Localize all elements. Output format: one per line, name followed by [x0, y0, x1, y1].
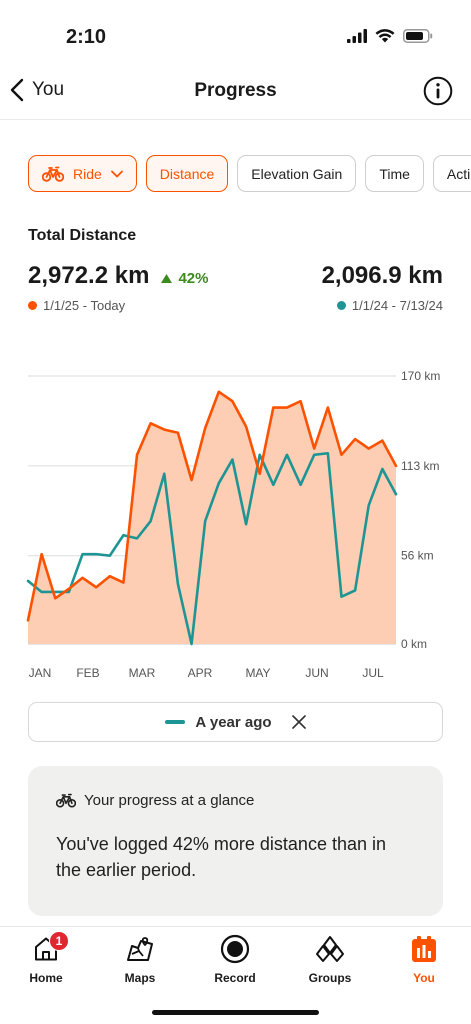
metric-chip-label: Elevation Gain [251, 165, 343, 182]
change-percent: 42% [178, 270, 209, 287]
tab-label: Record [214, 971, 256, 985]
sport-type-label: Ride [73, 165, 102, 182]
legend-swatch [165, 720, 186, 724]
tab-you[interactable]: You [384, 933, 464, 985]
current-total: 2,972.2 km 42% [28, 262, 208, 290]
current-period-area [28, 391, 396, 644]
current-total-value: 2,972.2 km [28, 262, 150, 289]
home-icon: 1 [31, 931, 69, 965]
y-tick-label: 170 km [401, 369, 440, 383]
status-bar: 2:10 [0, 0, 471, 62]
status-time: 2:10 [66, 26, 107, 48]
tab-record[interactable]: Record [195, 933, 275, 985]
tab-bar: 1 Home Maps Record Groups You [0, 926, 471, 1024]
bike-icon [56, 793, 76, 808]
tab-label: Home [29, 971, 63, 985]
insight-card: Your progress at a glance You've logged … [28, 766, 443, 916]
tab-label: You [413, 971, 435, 985]
distance-chart[interactable]: 170 km 113 km 56 km 0 km JAN FEB MAR APR MAY JUN J… [0, 360, 471, 690]
x-tick-label: JUL [362, 666, 384, 680]
current-range: 1/1/25 - Today [28, 298, 125, 313]
bike-icon [42, 166, 64, 182]
metric-chip-elevation-gain[interactable]: Elevation Gain [237, 155, 357, 192]
chevron-down-icon [110, 170, 123, 177]
x-tick-label: JUN [305, 666, 328, 680]
x-tick-label: MAR [129, 666, 156, 680]
groups-icon [315, 933, 345, 965]
sport-type-dropdown[interactable]: Ride [28, 155, 137, 192]
metric-chip-label: Acti [446, 165, 471, 182]
tab-label: Groups [308, 971, 352, 985]
previous-series-dot [336, 301, 346, 310]
current-series-dot [28, 301, 37, 310]
change-indicator: 42% [161, 270, 208, 287]
record-icon [220, 933, 250, 965]
tab-groups[interactable]: Groups [290, 933, 370, 985]
cellular-signal-icon [347, 28, 367, 43]
status-icons [347, 28, 433, 43]
home-indicator [152, 1010, 319, 1015]
metric-chip-activities[interactable]: Acti [432, 155, 471, 192]
y-tick-label: 56 km [401, 549, 434, 563]
nav-bar: You Progress [0, 62, 471, 120]
you-icon [409, 933, 439, 965]
y-tick-label: 0 km [401, 637, 427, 651]
x-tick-label: FEB [76, 666, 99, 680]
remove-comparison-button[interactable] [291, 715, 306, 729]
close-icon [291, 715, 306, 729]
tab-label: Maps [124, 971, 156, 985]
tab-maps[interactable]: Maps [100, 933, 180, 985]
page-title: Progress [194, 80, 277, 101]
section-title: Total Distance [28, 227, 137, 244]
metric-chip-distance[interactable]: Distance [145, 155, 229, 192]
filter-bar: Ride Distance Elevation Gain Time Acti [28, 155, 471, 193]
metric-chip-label: Distance [159, 165, 215, 182]
notification-badge: 1 [49, 931, 69, 951]
triangle-up-icon [161, 274, 173, 283]
legend-label: A year ago [195, 713, 272, 731]
comparison-legend: A year ago [28, 702, 443, 742]
info-icon[interactable] [423, 76, 453, 106]
insight-body: You've logged 42% more distance than in … [56, 834, 387, 880]
wifi-icon [375, 29, 395, 43]
map-icon [125, 933, 155, 965]
y-tick-label: 113 km [401, 459, 439, 473]
battery-icon [403, 28, 433, 43]
previous-range: 1/1/24 - 7/13/24 [336, 298, 443, 313]
tab-home[interactable]: 1 Home [6, 931, 86, 985]
previous-total-value: 2,096.9 km [321, 262, 443, 289]
x-tick-label: JAN [29, 666, 52, 680]
x-tick-label: APR [188, 666, 213, 680]
insight-heading-label: Your progress at a glance [84, 792, 255, 809]
current-range-label: 1/1/25 - Today [43, 298, 126, 313]
metric-chip-label: Time [379, 165, 410, 182]
x-tick-label: MAY [245, 666, 270, 680]
insight-heading: Your progress at a glance [56, 792, 415, 809]
metric-chip-time[interactable]: Time [365, 155, 424, 192]
previous-range-label: 1/1/24 - 7/13/24 [351, 298, 443, 313]
